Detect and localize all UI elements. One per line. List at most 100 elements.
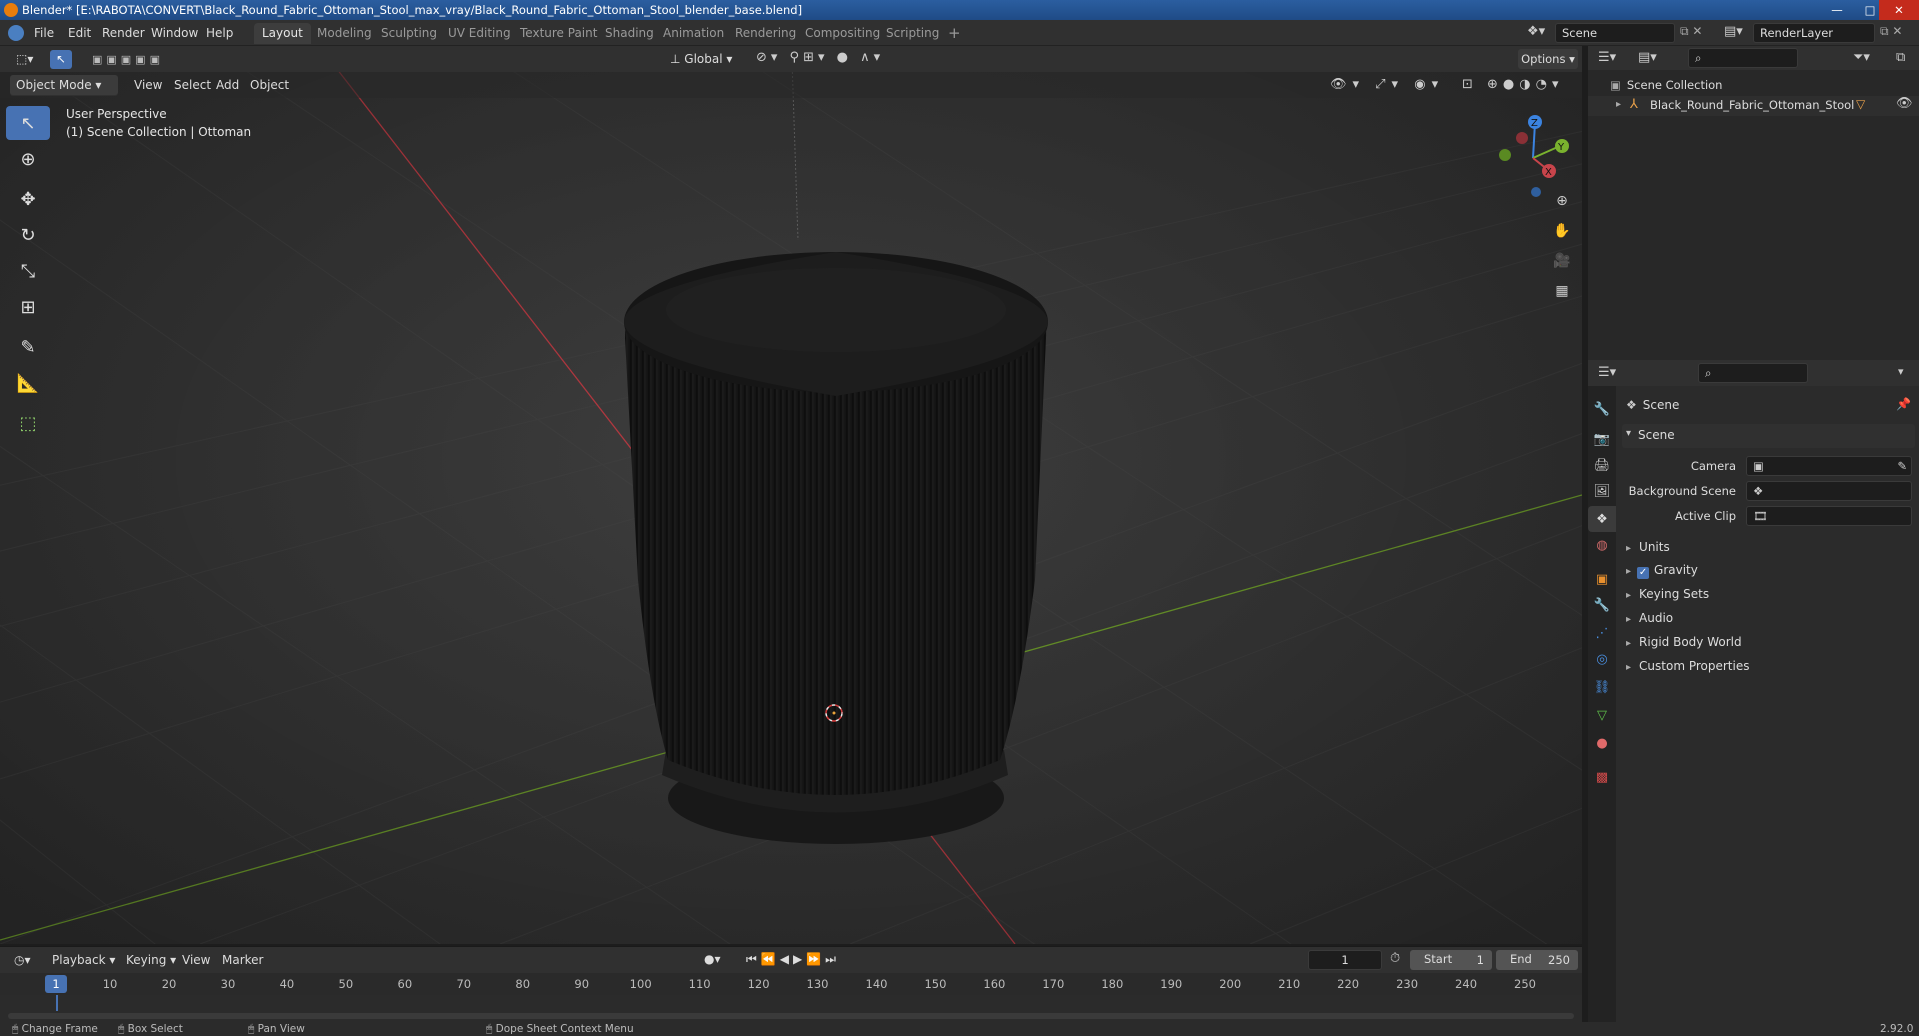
view-layer-tab-icon[interactable]: 🖼: [1588, 478, 1616, 504]
menu-keying[interactable]: Keying ▾: [120, 950, 182, 970]
options-dropdown[interactable]: Options ▾: [1518, 49, 1578, 69]
menu-playback[interactable]: Playback ▾: [46, 950, 121, 970]
material-tab-icon[interactable]: ●: [1588, 730, 1616, 756]
record-keyframe-icon[interactable]: ●▾: [704, 952, 721, 966]
tab-scripting[interactable]: Scripting: [878, 23, 947, 44]
overlay-visibility-icons[interactable]: 👁▾ ⤢▾ ◉▾: [1330, 77, 1444, 92]
transform-tool-icon[interactable]: ⊞: [6, 290, 50, 324]
keying-sets-section[interactable]: ▸ Keying Sets: [1626, 583, 1709, 605]
display-mode-icon[interactable]: ▤▾: [1638, 50, 1657, 65]
scene-selector-icon[interactable]: ❖▾: [1527, 24, 1551, 42]
object-mode-dropdown[interactable]: Object Mode ▾: [10, 75, 118, 95]
menu-marker[interactable]: Marker: [216, 950, 269, 970]
units-section[interactable]: ▸ Units: [1626, 536, 1670, 558]
scene-name-field[interactable]: Scene: [1555, 23, 1675, 43]
ortho-grid-icon[interactable]: ▦: [1549, 278, 1575, 304]
tab-texture-paint[interactable]: Texture Paint: [512, 23, 605, 44]
navigation-gizmo[interactable]: Z Y X: [1490, 108, 1580, 198]
shading-mode-icons[interactable]: ⊡ ⊕●◑◔▾: [1462, 77, 1563, 92]
physics-tab-icon[interactable]: ◎: [1588, 646, 1616, 672]
menu-object[interactable]: Object: [244, 75, 295, 95]
new-collection-icon[interactable]: ⧉: [1896, 50, 1905, 65]
current-frame-field[interactable]: 1: [1308, 950, 1382, 970]
scene-panel-header[interactable]: ▾ Scene: [1622, 424, 1915, 448]
scene-collection-row[interactable]: ▣ Scene Collection: [1610, 76, 1722, 94]
playhead-frame[interactable]: 1: [45, 975, 67, 993]
tab-rendering[interactable]: Rendering: [727, 23, 804, 44]
menu-window[interactable]: Window: [151, 20, 198, 46]
filter-icon[interactable]: ⏷▾: [1853, 50, 1870, 65]
scale-tool-icon[interactable]: ⤡: [6, 254, 50, 288]
measure-tool-icon[interactable]: 📐: [6, 366, 50, 400]
pivot-snap-icons[interactable]: ⊘▾ ⚲⊞▾ ● ∧▾: [756, 50, 884, 65]
add-workspace-button[interactable]: +: [940, 23, 969, 44]
add-cube-tool-icon[interactable]: ⬚: [6, 406, 50, 440]
timeline-scrollbar[interactable]: [8, 1013, 1574, 1019]
properties-search-input[interactable]: ⌕: [1698, 363, 1808, 383]
output-tab-icon[interactable]: 🖨: [1588, 452, 1616, 478]
move-tool-icon[interactable]: ✥: [6, 182, 50, 216]
select-mode-icons[interactable]: ▣▣▣▣▣: [88, 50, 180, 69]
pin-icon[interactable]: 📌: [1896, 397, 1911, 411]
tab-sculpting[interactable]: Sculpting: [373, 23, 445, 44]
preview-range-icon[interactable]: ⏱: [1390, 951, 1400, 966]
rigid-body-world-section[interactable]: ▸ Rigid Body World: [1626, 631, 1742, 653]
tab-animation[interactable]: Animation: [655, 23, 732, 44]
view-layer-icon[interactable]: ▤▾: [1724, 24, 1750, 39]
object-tab-icon[interactable]: ▣: [1588, 566, 1616, 592]
menu-view[interactable]: View: [128, 75, 168, 95]
modifiers-tab-icon[interactable]: 🔧: [1588, 592, 1616, 618]
menu-add[interactable]: Add: [210, 75, 245, 95]
view-layer-copy-icon[interactable]: ⧉ ✕: [1880, 24, 1902, 39]
visibility-eye-icon[interactable]: 👁: [1896, 96, 1913, 111]
timeline-ruler[interactable]: 10 20 30 40 50 60 70 80 90 100 110 120 130 140 150 160 1…: [0, 973, 1582, 995]
active-clip-field[interactable]: 🎞: [1746, 506, 1912, 526]
camera-view-icon[interactable]: 🎥: [1549, 248, 1575, 274]
expand-arrow-icon[interactable]: ▸: [1616, 99, 1621, 110]
tool-settings-tab-icon[interactable]: 🔧: [1588, 396, 1616, 422]
pan-hand-icon[interactable]: ✋: [1549, 218, 1575, 244]
tab-shading[interactable]: Shading: [597, 23, 662, 44]
outliner-object-row[interactable]: ▸ ⅄ Black_Round_Fabric_Ottoman_Stool ▽ 👁: [1588, 96, 1919, 116]
start-frame-field[interactable]: Start 1: [1410, 950, 1492, 970]
particles-tab-icon[interactable]: ⋰: [1588, 620, 1616, 646]
custom-properties-section[interactable]: ▸ Custom Properties: [1626, 655, 1749, 677]
3d-viewport[interactable]: User Perspective (1) Scene Collection | …: [0, 60, 1582, 944]
constraints-tab-icon[interactable]: ⛓: [1588, 674, 1616, 700]
end-frame-field[interactable]: End 250: [1496, 950, 1578, 970]
menu-help[interactable]: Help: [206, 20, 233, 46]
background-scene-field[interactable]: ❖: [1746, 481, 1912, 501]
menu-view[interactable]: View: [176, 950, 216, 970]
texture-tab-icon[interactable]: ▩: [1588, 764, 1616, 790]
menu-file[interactable]: File: [34, 20, 54, 46]
cursor-tool-icon[interactable]: ⊕: [6, 142, 50, 176]
playback-controls-icons[interactable]: ⏮⏪◀▶⏩⏭: [746, 952, 840, 967]
annotate-tool-icon[interactable]: ✎: [6, 330, 50, 364]
tab-uv-editing[interactable]: UV Editing: [440, 23, 519, 44]
view-layer-field[interactable]: RenderLayer: [1753, 23, 1875, 43]
zoom-icon[interactable]: ⊕: [1549, 188, 1575, 214]
menu-render[interactable]: Render: [102, 20, 145, 46]
timeline-editor-icon[interactable]: ◷▾: [8, 950, 37, 970]
eyedropper-icon[interactable]: ✎: [1897, 457, 1907, 475]
gravity-section[interactable]: ▸ ✓ Gravity: [1626, 559, 1698, 581]
gravity-checkbox[interactable]: ✓: [1637, 567, 1650, 579]
outliner-editor-icon[interactable]: ☰▾: [1598, 50, 1616, 65]
object-data-tab-icon[interactable]: ▽: [1588, 702, 1616, 728]
properties-options-icon[interactable]: ▾: [1898, 365, 1904, 378]
transform-orientation-dropdown[interactable]: ⊥ Global ▾: [670, 50, 746, 69]
blender-menu-icon[interactable]: [8, 25, 24, 41]
render-tab-icon[interactable]: 📷: [1588, 426, 1616, 452]
select-box-tool-icon[interactable]: ↖: [6, 106, 50, 140]
tab-modeling[interactable]: Modeling: [309, 23, 380, 44]
rotate-tool-icon[interactable]: ↻: [6, 218, 50, 252]
tab-layout[interactable]: Layout: [254, 23, 311, 44]
editor-type-icon[interactable]: ⬚▾: [10, 49, 39, 69]
select-tool-icon[interactable]: ↖: [50, 50, 72, 69]
tab-compositing[interactable]: Compositing: [797, 23, 888, 44]
scene-copy-icon[interactable]: ⧉ ✕: [1680, 24, 1702, 39]
close-button[interactable]: ✕: [1879, 0, 1919, 20]
scene-tab-icon[interactable]: ❖: [1588, 506, 1616, 532]
outliner-search-input[interactable]: ⌕: [1688, 48, 1798, 68]
menu-edit[interactable]: Edit: [68, 20, 91, 46]
